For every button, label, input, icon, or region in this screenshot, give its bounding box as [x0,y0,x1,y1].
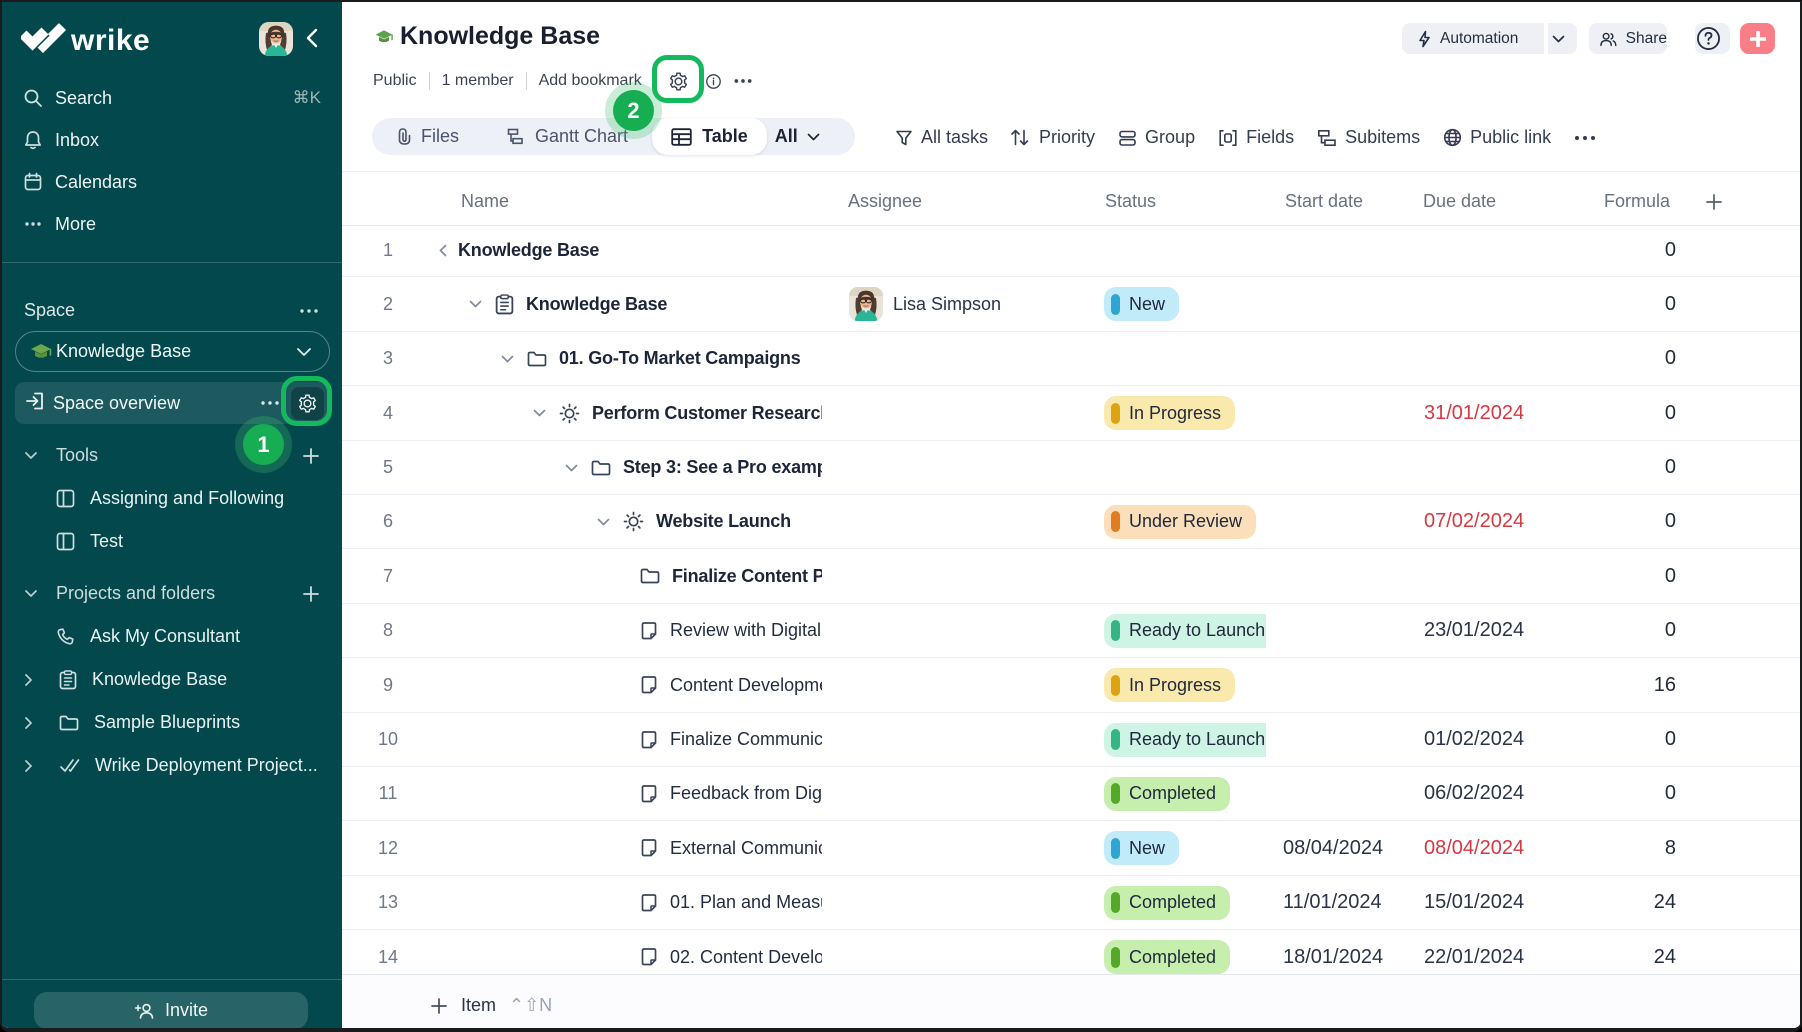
svg-text:wrike: wrike [70,24,150,55]
